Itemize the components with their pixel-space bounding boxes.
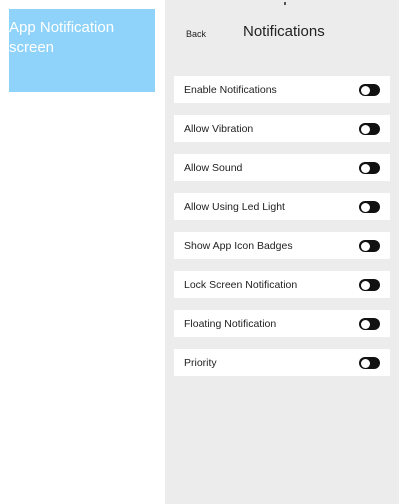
- setting-label: Allow Using Led Light: [184, 201, 285, 213]
- toggle-switch[interactable]: [359, 162, 380, 174]
- toggle-knob: [360, 358, 370, 368]
- setting-label: Allow Vibration: [184, 123, 254, 135]
- toggle-knob: [360, 319, 370, 329]
- setting-row-enable-notifications: Enable Notifications: [174, 76, 390, 103]
- setting-row-allow-vibration: Allow Vibration: [174, 115, 390, 142]
- setting-label: Enable Notifications: [184, 84, 277, 96]
- setting-row-allow-sound: Allow Sound: [174, 154, 390, 181]
- setting-row-lock-screen-notification: Lock Screen Notification: [174, 271, 390, 298]
- phone-screen: Back Notifications Enable Notifications …: [165, 0, 399, 504]
- toggle-switch[interactable]: [359, 357, 380, 369]
- screen-title-label: App Notification screen: [9, 9, 155, 92]
- toggle-switch[interactable]: [359, 201, 380, 213]
- toggle-knob: [360, 85, 370, 95]
- screen-title-line-1: App Notification: [9, 19, 115, 36]
- screen-title-line-2: screen: [9, 39, 55, 56]
- setting-label: Allow Sound: [184, 162, 243, 174]
- toggle-switch[interactable]: [359, 318, 380, 330]
- setting-label: Lock Screen Notification: [184, 279, 298, 291]
- setting-label: Show App Icon Badges: [184, 240, 293, 252]
- setting-row-priority: Priority: [174, 349, 390, 376]
- toggle-knob: [360, 163, 370, 173]
- toggle-knob: [360, 124, 370, 134]
- toggle-switch[interactable]: [359, 123, 380, 135]
- toggle-switch[interactable]: [359, 84, 380, 96]
- toggle-switch[interactable]: [359, 279, 380, 291]
- toggle-knob: [360, 241, 370, 251]
- page-title: Notifications: [243, 23, 325, 40]
- setting-row-allow-led-light: Allow Using Led Light: [174, 193, 390, 220]
- toggle-switch[interactable]: [359, 240, 380, 252]
- toggle-knob: [360, 202, 370, 212]
- status-indicator: [284, 2, 286, 5]
- setting-row-app-icon-badges: Show App Icon Badges: [174, 232, 390, 259]
- setting-label: Floating Notification: [184, 318, 277, 330]
- back-button[interactable]: Back: [186, 29, 206, 39]
- toggle-knob: [360, 280, 370, 290]
- setting-label: Priority: [184, 357, 217, 369]
- setting-row-floating-notification: Floating Notification: [174, 310, 390, 337]
